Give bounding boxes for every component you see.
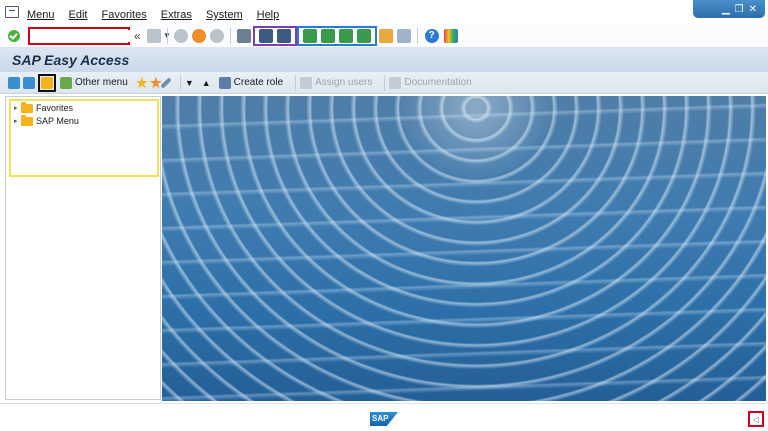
- pencil-icon: [160, 76, 172, 89]
- exit-icon[interactable]: [191, 28, 206, 43]
- command-field[interactable]: [31, 29, 163, 42]
- documentation-icon: [389, 76, 402, 89]
- assign-users-button[interactable]: Assign users: [300, 76, 373, 89]
- application-toolbar: Other menu ▼ ▲ Create role Assign users …: [0, 72, 768, 94]
- menu-edit[interactable]: Edit: [69, 3, 88, 21]
- add-favorite-icon: [135, 76, 148, 89]
- status-bar-toggle-icon[interactable]: ◁: [748, 411, 764, 427]
- separator: [229, 27, 231, 44]
- other-menu-label: Other menu: [75, 77, 128, 88]
- help-icon[interactable]: ?: [424, 28, 439, 43]
- system-menu-icon[interactable]: [5, 6, 19, 18]
- minimize-icon[interactable]: ▁: [722, 4, 730, 15]
- other-menu-icon: [60, 76, 72, 89]
- splash-water-image: [162, 96, 766, 401]
- folder-icon: [21, 101, 33, 113]
- restore-icon[interactable]: ❐: [735, 4, 744, 15]
- standard-toolbar: ▼ « ?: [0, 24, 768, 48]
- folder-edit-icon: [41, 76, 53, 89]
- menu-bar: Menu Edit Favorites Extras System Help ▁…: [0, 0, 768, 24]
- documentation-button[interactable]: Documentation: [389, 76, 472, 89]
- last-page-icon[interactable]: [356, 28, 371, 43]
- delete-favorite-button[interactable]: [149, 76, 162, 89]
- back-icon[interactable]: [173, 28, 188, 43]
- favorites-toggle[interactable]: [38, 73, 56, 92]
- title-bar: SAP Easy Access: [0, 48, 768, 72]
- assign-users-icon: [300, 76, 313, 89]
- collapse-icon[interactable]: «: [134, 29, 141, 43]
- move-down-button[interactable]: ▼: [185, 78, 194, 88]
- separator: [295, 74, 297, 91]
- tree-item-favorites[interactable]: ▸ Favorites: [11, 101, 157, 114]
- folder-icon: [21, 114, 33, 126]
- separator: [416, 27, 418, 44]
- sap-menu-icon[interactable]: [23, 76, 35, 89]
- other-menu-button[interactable]: Other menu: [60, 76, 128, 89]
- ok-icon[interactable]: [8, 29, 20, 42]
- find-group: [252, 25, 297, 46]
- menu-help[interactable]: Help: [257, 3, 280, 21]
- find-icon[interactable]: [258, 28, 273, 43]
- page-navigation-group: [296, 25, 377, 46]
- save-icon[interactable]: [146, 28, 161, 43]
- new-session-icon[interactable]: [378, 28, 393, 43]
- separator: [179, 74, 181, 91]
- documentation-label: Documentation: [404, 77, 472, 88]
- create-role-button[interactable]: Create role: [218, 76, 284, 89]
- menu-favorites[interactable]: Favorites: [102, 3, 147, 21]
- water-ripple-overlay: [162, 96, 766, 401]
- status-bar: SAP ◁: [0, 403, 768, 431]
- tree-item-label: Favorites: [36, 103, 74, 113]
- command-field-box: ▼: [28, 26, 171, 45]
- shortcut-icon[interactable]: [396, 28, 411, 43]
- user-menu-icon[interactable]: [8, 76, 20, 89]
- tree-item-label: SAP Menu: [36, 116, 79, 126]
- expand-arrow-icon[interactable]: ▸: [14, 104, 21, 112]
- create-role-label: Create role: [233, 77, 284, 88]
- window-controls: ▁ ❐ ✕: [693, 0, 765, 18]
- menu-extras[interactable]: Extras: [161, 3, 192, 21]
- delete-favorite-icon: [149, 76, 162, 89]
- separator: [166, 27, 168, 44]
- move-up-button[interactable]: ▲: [202, 78, 211, 88]
- print-icon[interactable]: [236, 28, 251, 43]
- edit-favorite-button[interactable]: [160, 76, 172, 89]
- next-page-icon[interactable]: [338, 28, 353, 43]
- cancel-icon[interactable]: [209, 28, 224, 43]
- first-page-icon[interactable]: [302, 28, 317, 43]
- create-role-icon: [218, 76, 231, 89]
- assign-users-label: Assign users: [315, 77, 373, 88]
- page-title: SAP Easy Access: [12, 52, 130, 68]
- close-icon[interactable]: ✕: [749, 4, 757, 15]
- menu-menu[interactable]: Menu: [27, 3, 55, 21]
- tree-item-sap-menu[interactable]: ▸ SAP Menu: [11, 114, 157, 127]
- prev-page-icon[interactable]: [320, 28, 335, 43]
- navigation-tree: ▸ Favorites ▸ SAP Menu: [5, 96, 161, 400]
- menu-system[interactable]: System: [206, 3, 243, 21]
- find-next-icon[interactable]: [276, 28, 291, 43]
- sap-logo: SAP: [370, 412, 398, 426]
- separator: [384, 74, 386, 91]
- customize-icon[interactable]: [443, 28, 458, 43]
- expand-arrow-icon[interactable]: ▸: [14, 117, 21, 125]
- add-favorite-button[interactable]: [135, 76, 148, 89]
- tree-highlight-box: ▸ Favorites ▸ SAP Menu: [9, 99, 159, 177]
